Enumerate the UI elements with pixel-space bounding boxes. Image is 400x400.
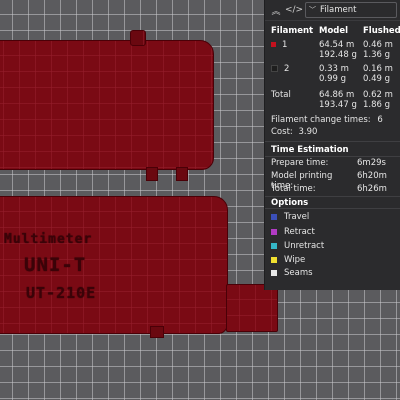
option-retract-label: Retract bbox=[284, 227, 315, 237]
filament-2-flushed-weight: 0.49 g bbox=[363, 74, 391, 84]
filament-2-swatch bbox=[271, 65, 278, 72]
filament-2-model-weight: 0.99 g bbox=[319, 74, 347, 84]
option-travel[interactable]: Travel bbox=[271, 212, 309, 222]
filament-2-flushed-length: 0.16 m bbox=[363, 64, 393, 74]
filament-1-model-length: 64.54 m bbox=[319, 40, 355, 50]
filament-change-value: 6 bbox=[377, 115, 383, 125]
retract-color-swatch bbox=[271, 229, 277, 235]
view-type-select[interactable]: ﹀ Filament bbox=[305, 2, 397, 18]
col-filament: Filament bbox=[271, 26, 314, 36]
filament-1-model-weight: 192.48 g bbox=[319, 50, 357, 60]
seams-color-swatch bbox=[271, 270, 277, 276]
filament-row-2: 2 0.33 m 0.16 m 0.99 g 0.49 g bbox=[271, 64, 397, 84]
code-icon[interactable]: </> bbox=[285, 3, 303, 17]
filament-1-flushed-weight: 1.36 g bbox=[363, 50, 391, 60]
total-model-length: 64.86 m bbox=[319, 90, 355, 100]
cost-label: Cost: bbox=[271, 127, 293, 137]
travel-color-swatch bbox=[271, 214, 277, 220]
filament-1-flushed-length: 0.46 m bbox=[363, 40, 393, 50]
filament-table-header: Filament Model Flushed bbox=[271, 26, 400, 36]
filament-1-id: 1 bbox=[282, 40, 288, 50]
total-label: Total bbox=[271, 90, 291, 100]
total-time-value: 6h26m bbox=[357, 184, 387, 194]
model-text-line-2: UNI-T bbox=[24, 254, 87, 276]
divider bbox=[265, 196, 400, 197]
wipe-color-swatch bbox=[271, 257, 277, 263]
total-model-weight: 193.47 g bbox=[319, 100, 357, 110]
filament-1-swatch bbox=[271, 42, 276, 47]
filament-row-1: 1 64.54 m 0.46 m 192.48 g 1.36 g bbox=[271, 40, 397, 60]
divider bbox=[265, 141, 400, 142]
cost-value: 3.90 bbox=[298, 127, 318, 137]
time-estimation-title: Time Estimation bbox=[271, 145, 349, 155]
model-part-clip-2 bbox=[176, 167, 188, 181]
total-flushed-length: 0.62 m bbox=[363, 90, 393, 100]
prepare-time-value: 6m29s bbox=[357, 158, 386, 168]
model-part-top[interactable] bbox=[0, 40, 214, 170]
divider bbox=[265, 156, 400, 157]
total-time-row: Total time: 6h26m bbox=[271, 184, 397, 194]
options-title: Options bbox=[271, 198, 309, 208]
panel-header: ︽ </> ﹀ Filament bbox=[265, 0, 400, 21]
prepare-time-label: Prepare time: bbox=[271, 158, 329, 168]
filament-total-row: Total 64.86 m 0.62 m 193.47 g 1.86 g bbox=[271, 90, 397, 110]
total-flushed-weight: 1.86 g bbox=[363, 100, 391, 110]
option-travel-label: Travel bbox=[284, 212, 310, 222]
model-text-line-3: UT-210E bbox=[26, 284, 97, 302]
option-wipe[interactable]: Wipe bbox=[271, 255, 305, 265]
model-part-top-tab bbox=[130, 30, 146, 46]
filament-change-label: Filament change times: bbox=[271, 115, 371, 125]
option-unretract[interactable]: Unretract bbox=[271, 241, 324, 251]
filament-2-model-length: 0.33 m bbox=[319, 64, 349, 74]
model-text-line-1: Multimeter bbox=[4, 232, 93, 247]
filament-2-id: 2 bbox=[284, 64, 290, 74]
cost-line: Cost: 3.90 bbox=[271, 127, 317, 137]
option-seams-label: Seams bbox=[284, 268, 313, 278]
col-model: Model bbox=[319, 26, 349, 36]
unretract-color-swatch bbox=[271, 243, 277, 249]
model-part-side-block[interactable] bbox=[226, 284, 278, 332]
option-wipe-label: Wipe bbox=[284, 255, 306, 265]
option-unretract-label: Unretract bbox=[284, 241, 325, 251]
prepare-time-row: Prepare time: 6m29s bbox=[271, 158, 397, 168]
chevron-down-icon: ﹀ bbox=[309, 6, 316, 14]
option-retract[interactable]: Retract bbox=[271, 227, 315, 237]
chevrons-up-icon[interactable]: ︽ bbox=[269, 3, 283, 17]
divider bbox=[265, 208, 400, 209]
filament-change-times: Filament change times: 6 bbox=[271, 115, 383, 125]
view-type-value: Filament bbox=[320, 5, 357, 15]
col-flushed: Flushed bbox=[363, 26, 400, 36]
slice-stats-panel: ︽ </> ﹀ Filament Filament Model Flushed … bbox=[264, 0, 400, 290]
total-time-label: Total time: bbox=[271, 184, 316, 194]
model-part-clip-1 bbox=[146, 167, 158, 181]
option-seams[interactable]: Seams bbox=[271, 268, 313, 278]
model-part-bottom-tab bbox=[150, 326, 164, 338]
